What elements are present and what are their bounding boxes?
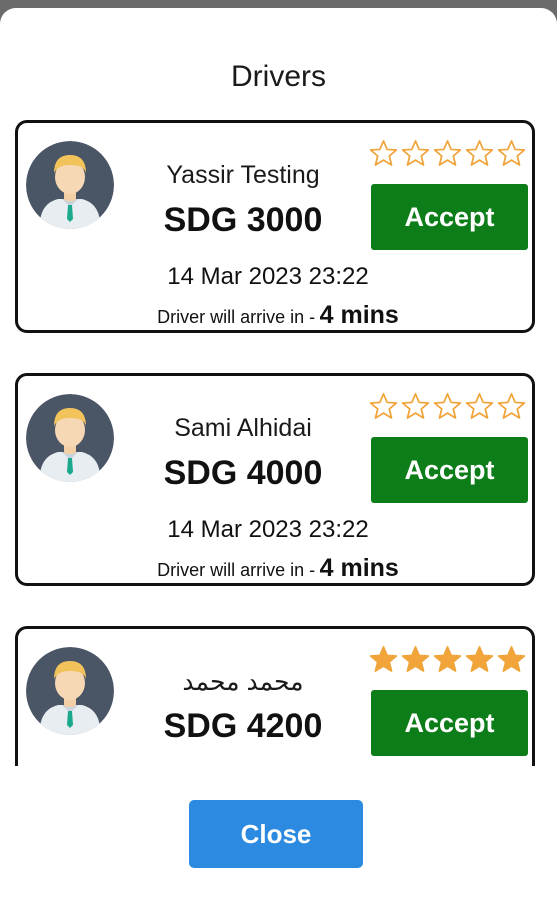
driver-avatar-icon: [26, 141, 114, 229]
offer-datetime: 14 Mar 2023 23:22: [167, 263, 369, 290]
star-icon: [433, 393, 462, 419]
arrival-label: Driver will arrive in -: [157, 307, 316, 327]
star-icon: [497, 646, 526, 672]
driver-card: Yassir Testing SDG 3000 14 Mar 2023 23:2…: [15, 120, 535, 333]
driver-name: محمد محمد: [182, 668, 304, 696]
rating-stars: [369, 392, 526, 421]
driver-card: Sami Alhidai SDG 4000 14 Mar 2023 23:22 …: [15, 373, 535, 586]
star-icon: [465, 646, 494, 672]
drivers-list[interactable]: Yassir Testing SDG 3000 14 Mar 2023 23:2…: [0, 108, 557, 766]
star-icon: [401, 646, 430, 672]
close-button[interactable]: Close: [189, 800, 363, 868]
star-icon: [433, 140, 462, 166]
drivers-dialog: Drivers Yassir Testing SDG 3000 14 Mar 2…: [0, 8, 557, 900]
star-icon: [465, 140, 494, 166]
rating-stars: [369, 645, 526, 674]
star-icon: [369, 140, 398, 166]
star-icon: [369, 646, 398, 672]
arrival-time: 4 mins: [319, 301, 399, 329]
offer-price: SDG 4000: [163, 454, 323, 492]
accept-button[interactable]: Accept: [371, 437, 528, 503]
star-icon: [401, 140, 430, 166]
driver-avatar-icon: [26, 647, 114, 735]
rating-stars: [369, 139, 526, 168]
offer-price: SDG 3000: [163, 201, 323, 239]
arrival-time: 4 mins: [319, 554, 399, 582]
offer-price: SDG 4200: [163, 707, 323, 745]
star-icon: [369, 393, 398, 419]
arrival-label: Driver will arrive in -: [157, 560, 316, 580]
star-icon: [401, 393, 430, 419]
driver-name: Yassir Testing: [166, 161, 320, 189]
driver-avatar-icon: [26, 394, 114, 482]
arrival-info: Driver will arrive in - 4 mins: [78, 554, 478, 583]
accept-button[interactable]: Accept: [371, 184, 528, 250]
offer-datetime: 14 Mar 2023 23:22: [167, 516, 369, 543]
star-icon: [465, 393, 494, 419]
star-icon: [433, 646, 462, 672]
star-icon: [497, 140, 526, 166]
accept-button[interactable]: Accept: [371, 690, 528, 756]
driver-name: Sami Alhidai: [174, 414, 312, 442]
star-icon: [497, 393, 526, 419]
driver-card: محمد محمد SDG 4200 Accept: [15, 626, 535, 766]
arrival-info: Driver will arrive in - 4 mins: [78, 301, 478, 330]
dialog-title: Drivers: [231, 60, 326, 93]
